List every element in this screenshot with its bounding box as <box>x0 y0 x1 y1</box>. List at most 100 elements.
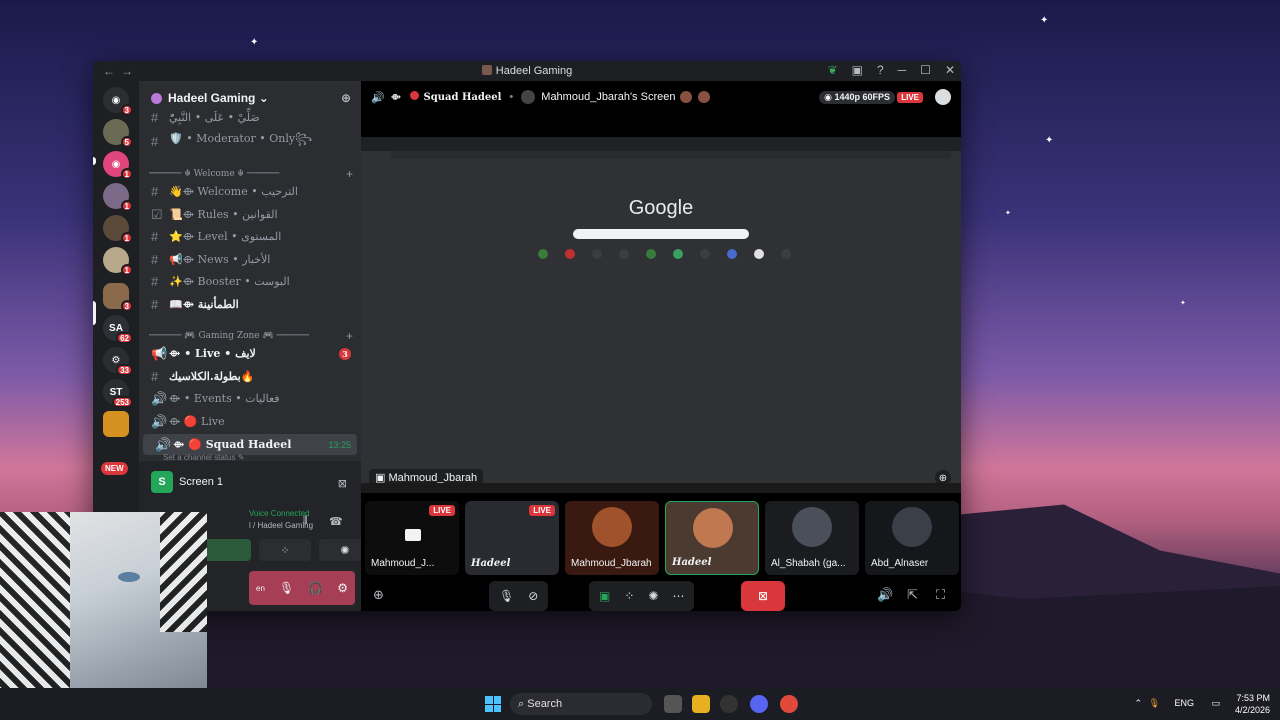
language-indicator[interactable]: ENG <box>1174 698 1194 708</box>
category-label: ────── ☬ Welcome ☬ ────── <box>149 169 280 179</box>
volume-icon[interactable]: 🔊 <box>877 587 893 603</box>
participant-tile[interactable]: LIVE Mahmoud_J... <box>365 501 459 575</box>
rail-badge: 5 <box>120 136 133 148</box>
soundboard-icon[interactable]: ✺ <box>648 589 658 603</box>
settings-gear-icon[interactable]: ⚙ <box>337 581 348 595</box>
voice-channel-item[interactable]: 🔊 ⟴ • Events • فعاليات <box>139 388 361 409</box>
channel-item[interactable]: # صَلِّيْ • عَلَى • النَّبِيّْ <box>139 107 361 128</box>
channel-item[interactable]: # ✨⟴ Booster • البوست <box>139 271 361 292</box>
microphone-icon[interactable]: 🎙 <box>499 589 514 603</box>
headphones-icon[interactable]: 🎧 <box>308 581 323 595</box>
voice-channel-label: ⟴ Squad Hadeel <box>390 91 502 103</box>
participant-tile[interactable]: Al_Shabah (ga... <box>765 501 859 575</box>
more-options-icon[interactable]: ⋯ <box>672 589 684 603</box>
screen-label: Screen 1 <box>179 476 224 488</box>
channel-item[interactable]: # 📖⟴ الطمأنينة <box>139 294 361 315</box>
shared-taskbar <box>361 483 961 493</box>
microphone-icon[interactable]: 🎙 <box>279 581 294 595</box>
disconnect-icon[interactable]: ☎ <box>329 515 343 528</box>
user-panel: en 🎙 🎧 ⚙ <box>249 571 355 605</box>
server-icon[interactable]: ⚙ 33 <box>103 347 133 376</box>
shortcut-tile <box>727 249 737 259</box>
participant-tile[interactable]: Hadeel <box>665 501 759 575</box>
chrome-icon[interactable] <box>780 695 798 713</box>
voice-channel-item[interactable]: 🔊 ⟴ 🔴 Live <box>139 411 361 432</box>
network-icon[interactable]: ▭ <box>1211 698 1220 709</box>
invite-icon[interactable]: ⊕ <box>341 91 351 105</box>
system-clock[interactable]: 7:53 PM 4/2/2026 <box>1235 692 1270 716</box>
star: ✦ <box>250 37 259 48</box>
taskbar-search[interactable]: ⌕ Search <box>510 693 652 715</box>
stop-share-icon[interactable]: ⊠ <box>338 477 347 490</box>
channel-item[interactable]: # 📢⟴ News • الأخبار <box>139 249 361 270</box>
server-icon[interactable]: SA 62 <box>103 315 133 344</box>
channel-item[interactable]: # ⭐⟴ Level • المستوى <box>139 226 361 247</box>
server-icon[interactable]: 1 <box>103 183 133 212</box>
popout-icon[interactable]: ⇱ <box>907 587 918 603</box>
server-icon[interactable]: ST 253 <box>103 379 133 408</box>
mic-tray-icon[interactable]: 🎙 <box>1149 698 1160 709</box>
add-channel-icon[interactable]: + <box>346 329 353 343</box>
audio-video-group: 🎙 ⊘ <box>489 581 549 611</box>
unread-pill <box>93 157 96 165</box>
screen-share-video[interactable]: Google <box>361 137 961 483</box>
participant-avatar <box>592 507 632 547</box>
stream-title: Mahmoud_Jbarah's Screen <box>541 91 676 103</box>
server-icon-hadeel[interactable]: 3 <box>103 283 133 312</box>
help-icon[interactable]: ? <box>877 63 884 77</box>
shortcut-tile <box>781 249 791 259</box>
google-search-box <box>573 229 749 239</box>
channel-item[interactable]: # 👋⟴ Welcome • الترحيب <box>139 181 361 202</box>
minimize-button[interactable]: ─ <box>898 63 907 77</box>
channel-item[interactable]: # بطولة.الكلاسيك🔥 <box>139 366 361 387</box>
live-badge: LIVE <box>897 92 923 103</box>
windows-start-icon[interactable] <box>485 696 501 712</box>
close-button[interactable]: ✕ <box>945 63 955 77</box>
server-icon[interactable]: ◉ 1 <box>103 151 133 180</box>
tray-expand-icon[interactable]: ⌃ <box>1134 698 1142 709</box>
server-icon[interactable]: 1 <box>103 215 133 244</box>
channel-name: 📜⟴ Rules • القوانين <box>169 208 278 221</box>
clock-date: 4/2/2026 <box>1234 705 1270 715</box>
speaker-icon: 🔊 <box>151 413 168 429</box>
signal-icon[interactable]: ⫴ <box>303 515 308 528</box>
channel-item[interactable]: 📢 ⟴ • Live • لايف 3 <box>139 343 361 364</box>
activities-button[interactable]: ⁘ <box>259 539 311 561</box>
task-view-icon[interactable] <box>664 695 682 713</box>
stop-share-icon[interactable]: ▣ <box>599 589 610 603</box>
steam-icon[interactable] <box>720 695 738 713</box>
discord-taskbar-icon[interactable] <box>750 695 768 713</box>
maximize-button[interactable]: ☐ <box>920 63 931 77</box>
channel-item[interactable]: # 🛡️ • Moderator • Only꧂ <box>139 131 361 152</box>
category-gaming-zone[interactable]: ────── 🎮 Gaming Zone 🎮 ────── + <box>149 329 353 343</box>
inbox-icon[interactable]: ▣ <box>852 63 863 77</box>
participant-tile[interactable]: Mahmoud_Jbarah <box>565 501 659 575</box>
category-welcome[interactable]: ────── ☬ Welcome ☬ ────── + <box>149 167 353 181</box>
leave-call-button[interactable]: ⊠ <box>741 581 785 611</box>
channel-status-input[interactable]: Set a channel status ✎ <box>163 453 244 461</box>
activities-icon[interactable]: ⁘ <box>624 589 634 603</box>
invite-user-icon[interactable]: ⊕ <box>373 587 384 603</box>
participant-avatar <box>892 507 932 547</box>
fullscreen-icon[interactable]: ⛶ <box>936 587 945 603</box>
screen-share-indicator[interactable]: S Screen 1 <box>151 471 223 493</box>
voice-channel-active[interactable]: 🔊 ⟴ 🔴 Squad Hadeel 13:25 <box>143 434 357 455</box>
server-icon[interactable]: 1 <box>103 247 133 276</box>
participant-tile[interactable]: LIVE Hadeel <box>465 501 559 575</box>
shortcut-tile <box>538 249 548 259</box>
discord-home-icon[interactable]: ◉ 3 <box>103 87 133 116</box>
channel-item[interactable]: ☑ 📜⟴ Rules • القوانين <box>139 204 361 225</box>
server-icon[interactable]: 5 <box>103 119 133 148</box>
chat-icon[interactable] <box>935 89 951 105</box>
channel-name: ⟴ 🔴 Squad Hadeel <box>173 438 292 451</box>
nitro-leaf-icon[interactable]: ❦ <box>828 63 838 77</box>
participant-tile[interactable]: Abd_Alnaser <box>865 501 959 575</box>
file-explorer-icon[interactable] <box>692 695 710 713</box>
server-icon[interactable] <box>103 411 129 437</box>
quality-badge: ◉ 1440p 60FPS <box>819 91 895 104</box>
face-detail <box>118 572 140 582</box>
chevron-down-icon: ⌄ <box>258 91 269 105</box>
camera-off-icon[interactable]: ⊘ <box>528 589 538 603</box>
participant-name: Hadeel <box>672 557 712 568</box>
add-channel-icon[interactable]: + <box>346 167 353 181</box>
